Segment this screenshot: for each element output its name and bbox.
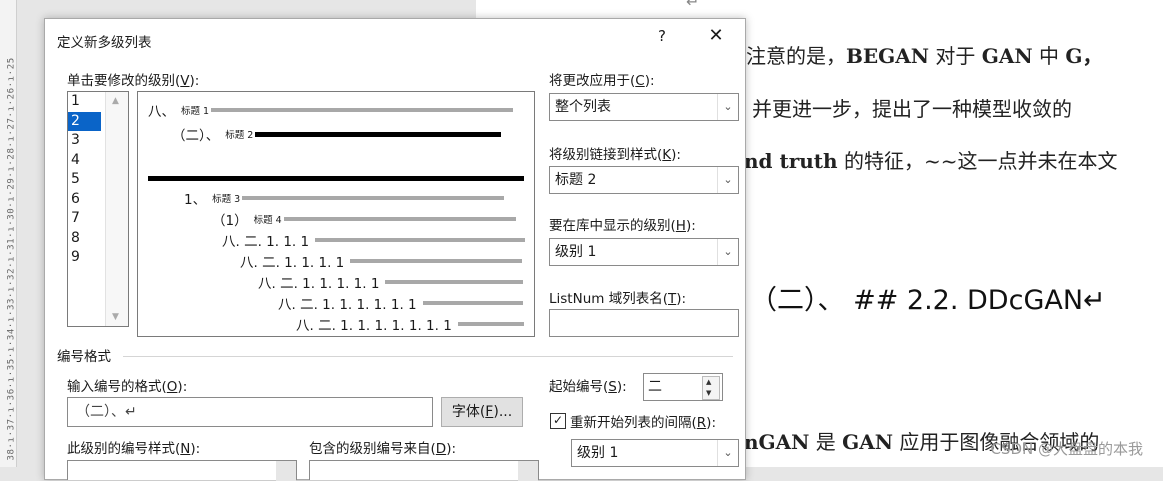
chevron-down-icon: ⌄	[717, 94, 738, 120]
dialog-title: 定义新多级列表	[57, 35, 152, 51]
level-list-scrollbar[interactable]: ▲ ▼	[105, 92, 128, 326]
start-at-spinner[interactable]: 二 ▲ ▼	[643, 373, 723, 401]
include-level-select[interactable]	[309, 460, 539, 481]
number-style-select[interactable]	[67, 460, 297, 481]
section-divider	[123, 356, 733, 357]
level-list-label: 单击要修改的级别(V):	[67, 73, 200, 89]
restart-level-select[interactable]: 级别 1 ⌄	[571, 439, 739, 467]
watermark: CSDN @大盘盘的本我	[990, 440, 1143, 458]
spin-up-icon[interactable]: ▲	[706, 378, 711, 386]
format-label: 输入编号的格式(O):	[67, 379, 188, 395]
chevron-down-icon: ⌄	[717, 239, 738, 265]
listnum-label: ListNum 域列表名(T):	[549, 291, 687, 307]
preview-selected-line	[148, 176, 524, 181]
spinner-buttons[interactable]: ▲ ▼	[702, 376, 720, 400]
ruler-ticks: 38·ı·37·ı·36·ı·35·ı·34·ı·33·ı·32·ı·31·ı·…	[6, 57, 17, 461]
apply-to-label: 将更改应用于(C):	[549, 73, 655, 89]
preview-row-5: 八. 二. 1. 1. 1	[222, 230, 526, 250]
scroll-up-icon[interactable]: ▲	[112, 96, 119, 106]
number-style-label: 此级别的编号样式(N):	[67, 441, 201, 457]
spin-down-icon[interactable]: ▼	[706, 389, 711, 397]
preview-row-9: 八. 二. 1. 1. 1. 1. 1. 1. 1	[296, 314, 524, 334]
level-item-2[interactable]: 2	[68, 111, 101, 131]
doc-line-2: 并更进一步，提出了一种模型收敛的	[752, 97, 1072, 121]
preview-row-3: 1、 标题 3	[184, 188, 505, 208]
paragraph-mark: ↵	[686, 0, 700, 11]
apply-to-select[interactable]: 整个列表 ⌄	[549, 93, 739, 121]
doc-line-3: nd truth 的特征，~~这一点并未在本文	[744, 149, 1118, 173]
dropdown-arrow	[518, 461, 538, 481]
listnum-input[interactable]	[549, 309, 739, 337]
close-button[interactable]: ✕	[705, 25, 727, 46]
list-preview: 八、 标题 1 （二）、 标题 2 1、 标题 3 （1） 标题 4 八. 二. 1. …	[137, 91, 535, 337]
chevron-down-icon: ⌄	[717, 167, 738, 193]
link-style-select[interactable]: 标题 2 ⌄	[549, 166, 739, 194]
help-button[interactable]: ?	[652, 27, 672, 45]
gallery-level-select[interactable]: 级别 1 ⌄	[549, 238, 739, 266]
link-style-label: 将级别链接到样式(K):	[549, 147, 681, 163]
preview-row-6: 八. 二. 1. 1. 1. 1	[240, 251, 523, 271]
start-at-label: 起始编号(S):	[549, 379, 627, 395]
chevron-down-icon: ⌄	[717, 440, 738, 466]
font-button[interactable]: 字体(F)...	[441, 397, 523, 427]
preview-row-7: 八. 二. 1. 1. 1. 1. 1	[258, 272, 524, 292]
preview-row-8: 八. 二. 1. 1. 1. 1. 1. 1	[278, 293, 523, 313]
doc-line-1: 注意的是，BEGAN 对于 GAN 中 G，	[746, 44, 1103, 68]
number-format-section-title: 编号格式	[57, 349, 111, 365]
dropdown-arrow	[276, 461, 296, 481]
scroll-down-icon[interactable]: ▼	[112, 312, 119, 322]
include-level-label: 包含的级别编号来自(D):	[309, 441, 457, 457]
vertical-ruler: 38·ı·37·ı·36·ı·35·ı·34·ı·33·ı·32·ı·31·ı·…	[0, 0, 17, 467]
define-multilevel-list-dialog: 定义新多级列表 ? ✕ 单击要修改的级别(V): 123456789 ▲ ▼ 八…	[44, 18, 746, 481]
restart-checkbox[interactable]: ✓	[550, 413, 566, 429]
level-list[interactable]: 123456789 ▲ ▼	[67, 91, 129, 327]
preview-row-2: （二）、 标题 2	[172, 124, 502, 144]
preview-row-1: 八、 标题 1	[148, 100, 514, 120]
preview-row-4: （1） 标题 4	[212, 209, 516, 229]
restart-label: 重新开始列表的间隔(R):	[570, 415, 716, 431]
gallery-level-label: 要在库中显示的级别(H):	[549, 218, 696, 234]
number-format-input[interactable]: （二）、↵	[67, 397, 433, 427]
doc-heading: （二）、 ## 2.2. DDcGAN↵	[750, 285, 1106, 316]
